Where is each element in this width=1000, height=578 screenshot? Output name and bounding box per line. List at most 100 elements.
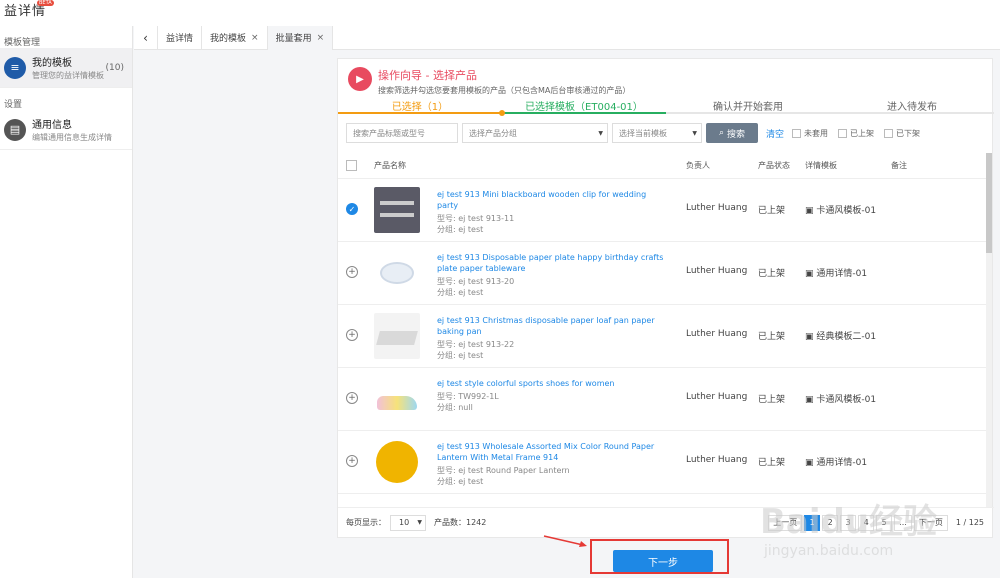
tab-my-templates[interactable]: 我的模板 × xyxy=(202,25,268,50)
group-select[interactable]: 选择产品分组 ▼ xyxy=(462,123,608,143)
template-label: 经典模板二-01 xyxy=(816,332,877,342)
chevron-down-icon: ▼ xyxy=(417,519,422,526)
product-name[interactable]: ej test 913 Disposable paper plate happy… xyxy=(437,252,669,274)
template-name: ▣ 经典模板二-01 xyxy=(805,329,876,342)
header-owner: 负责人 xyxy=(686,161,710,170)
table-header: 产品名称 负责人 产品状态 详情模板 备注 xyxy=(338,153,986,179)
table-row[interactable]: + ej test 913 Wholesale Assorted Mix Col… xyxy=(338,431,986,494)
baidu-watermark: Baidu经验 jingyan.baidu.com xyxy=(760,494,980,574)
filter-unapplied[interactable]: 未套用 xyxy=(792,128,828,139)
image-icon: ▣ xyxy=(805,332,817,342)
search-icon: ⌕ xyxy=(719,128,727,138)
search-input[interactable]: 搜索产品标题或型号 xyxy=(346,123,458,143)
checked-icon[interactable]: ✓ xyxy=(346,203,358,215)
search-button[interactable]: ⌕ 搜索 xyxy=(706,123,758,143)
per-page-label: 每页显示： xyxy=(346,518,386,527)
filter-bar: 搜索产品标题或型号 选择产品分组 ▼ 选择当前模板 ▼ ⌕ 搜索 清空 未套用 已上… xyxy=(346,123,986,143)
guide-subtitle: 搜索筛选并勾选您要套用模板的产品（只包含MA后台审核通过的产品） xyxy=(378,86,631,95)
play-icon: ▶ xyxy=(348,67,372,91)
image-icon: ▣ xyxy=(805,206,817,216)
product-group: 分组: ej test xyxy=(437,351,484,360)
table-row[interactable]: ✓ ej test 913 Mini blackboard wooden cli… xyxy=(338,179,986,242)
template-count: (10) xyxy=(105,62,124,73)
per-page-value: 10 xyxy=(399,518,410,527)
table-row[interactable]: + ej test 913 Disposable paper plate hap… xyxy=(338,242,986,305)
tab-batch-apply[interactable]: 批量套用 × xyxy=(267,25,334,50)
red-arrow-annotation xyxy=(543,535,587,547)
sidebar: 模板管理 ≡ 我的模板 管理您的益详情模板 (10) 设置 ▤ 通用信息 编辑通… xyxy=(0,26,133,578)
sidebar-item-general-info[interactable]: ▤ 通用信息 编辑通用信息生成详情 xyxy=(0,110,132,150)
image-icon: ▣ xyxy=(805,269,817,279)
back-icon[interactable]: ‹ xyxy=(134,25,158,50)
owner: Luther Huang xyxy=(686,455,748,465)
watermark-url: jingyan.baidu.com xyxy=(764,543,894,559)
tab-bar: ‹ 益详情 我的模板 × 批量套用 × xyxy=(134,25,1000,50)
checkbox-label: 未套用 xyxy=(804,128,829,138)
guide-title: 操作向导 - 选择产品 xyxy=(378,69,477,82)
watermark-logo: Baidu经验 xyxy=(760,502,938,542)
per-page-select[interactable]: 10 ▼ xyxy=(390,514,426,531)
checkbox[interactable] xyxy=(838,128,848,138)
product-model: 型号: ej test 913-22 xyxy=(437,340,515,349)
table-scrollbar[interactable] xyxy=(986,153,992,507)
table-row[interactable]: + ej test style colorful sports shoes fo… xyxy=(338,368,986,431)
product-count: 产品数：1242 xyxy=(434,518,487,527)
sidebar-section-settings: 设置 xyxy=(4,100,23,110)
checkbox[interactable] xyxy=(792,128,802,138)
template-label: 通用详情-01 xyxy=(816,269,868,279)
chevron-down-icon: ▼ xyxy=(598,129,603,137)
header-name: 产品名称 xyxy=(374,161,406,170)
product-thumbnail xyxy=(374,439,420,485)
status: 已上架 xyxy=(758,269,786,279)
step-publish: 进入待发布 xyxy=(830,98,994,114)
sidebar-item-sub: 管理您的益详情模板 xyxy=(32,71,104,80)
product-group: 分组: null xyxy=(437,403,473,412)
product-name[interactable]: ej test 913 Wholesale Assorted Mix Color… xyxy=(437,441,669,463)
close-icon[interactable]: × xyxy=(251,33,259,43)
list-icon: ≡ xyxy=(4,56,26,79)
table-row[interactable]: + ej test 913 Christmas disposable paper… xyxy=(338,305,986,368)
guide-header: ▶ 操作向导 - 选择产品 搜索筛选并勾选您要套用模板的产品（只包含MA后台审核… xyxy=(348,67,988,97)
product-model: 型号: ej test 913-20 xyxy=(437,277,515,286)
step-template[interactable]: 已选择模板（ET004-01） xyxy=(499,98,666,116)
template-label: 卡通风模板-01 xyxy=(816,206,877,216)
beta-badge: BETA xyxy=(37,0,54,6)
add-icon[interactable]: + xyxy=(346,455,358,467)
step-selected[interactable]: 已选择（1） xyxy=(338,98,502,114)
product-thumbnail xyxy=(374,376,420,422)
tab-label: 我的模板 xyxy=(210,34,247,44)
product-name[interactable]: ej test style colorful sports shoes for … xyxy=(437,378,669,389)
next-step-button[interactable]: 下一步 xyxy=(613,550,713,572)
owner: Luther Huang xyxy=(686,266,748,276)
owner: Luther Huang xyxy=(686,329,748,339)
clear-link[interactable]: 清空 xyxy=(766,127,784,140)
main-panel: ▶ 操作向导 - 选择产品 搜索筛选并勾选您要套用模板的产品（只包含MA后台审核… xyxy=(337,58,994,538)
scrollbar-thumb[interactable] xyxy=(986,153,992,253)
template-select[interactable]: 选择当前模板 ▼ xyxy=(612,123,702,143)
select-all-checkbox[interactable] xyxy=(346,160,357,171)
add-icon[interactable]: + xyxy=(346,329,358,341)
add-icon[interactable]: + xyxy=(346,266,358,278)
sidebar-section-template: 模板管理 xyxy=(4,38,41,48)
tab-home[interactable]: 益详情 xyxy=(158,25,203,50)
add-icon[interactable]: + xyxy=(346,392,358,404)
sidebar-item-my-templates[interactable]: ≡ 我的模板 管理您的益详情模板 (10) xyxy=(0,48,132,88)
checkbox[interactable] xyxy=(884,128,894,138)
close-icon[interactable]: × xyxy=(317,33,325,43)
image-icon: ▣ xyxy=(805,458,817,468)
product-name[interactable]: ej test 913 Christmas disposable paper l… xyxy=(437,315,669,337)
template-name: ▣ 卡通风模板-01 xyxy=(805,392,876,405)
sidebar-item-label: 通用信息 xyxy=(32,120,72,131)
product-group: 分组: ej test xyxy=(437,477,484,486)
template-select-value: 选择当前模板 xyxy=(619,128,667,138)
checkbox-label: 已上架 xyxy=(850,128,875,138)
header-status: 产品状态 xyxy=(758,161,790,170)
status: 已上架 xyxy=(758,458,786,468)
product-name[interactable]: ej test 913 Mini blackboard wooden clip … xyxy=(437,189,669,211)
header-remark: 备注 xyxy=(891,161,907,170)
owner: Luther Huang xyxy=(686,392,748,402)
top-bar: 益详情 BETA xyxy=(0,0,1000,26)
filter-delisted[interactable]: 已下架 xyxy=(884,128,920,139)
template-label: 卡通风模板-01 xyxy=(816,395,877,405)
filter-listed[interactable]: 已上架 xyxy=(838,128,874,139)
